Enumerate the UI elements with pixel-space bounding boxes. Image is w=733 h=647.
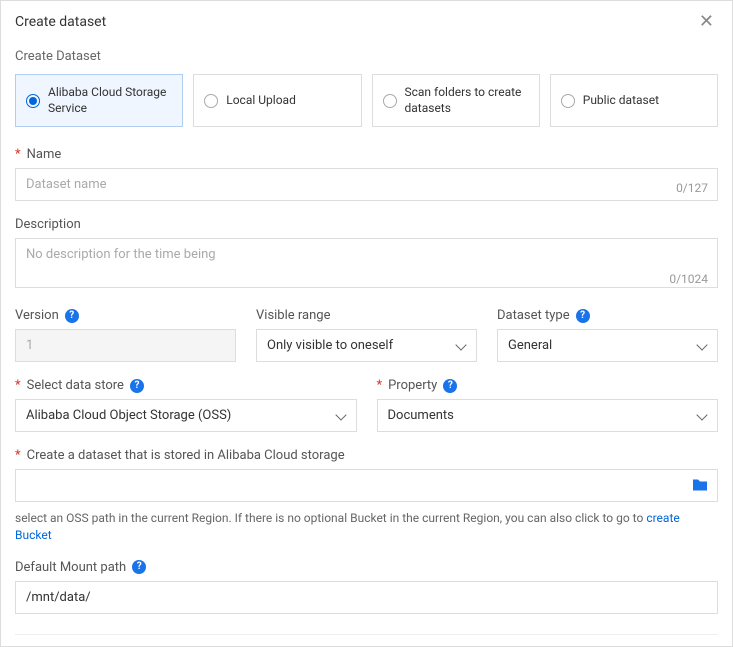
name-label: Name <box>15 147 718 162</box>
visible-range-label: Visible range <box>256 308 477 323</box>
storage-path-hint: select an OSS path in the current Region… <box>15 510 718 544</box>
property-select[interactable] <box>377 399 719 432</box>
source-label: Scan folders to create datasets <box>405 85 529 116</box>
source-scan-folders[interactable]: Scan folders to create datasets <box>372 74 540 127</box>
source-label: Local Upload <box>226 93 296 109</box>
name-input[interactable] <box>15 168 718 201</box>
help-icon[interactable]: ? <box>132 560 146 574</box>
mount-path-input[interactable] <box>15 581 718 614</box>
source-public-dataset[interactable]: Public dataset <box>550 74 718 127</box>
radio-icon <box>26 94 40 108</box>
datastore-label: Select data store ? <box>15 378 357 393</box>
radio-icon <box>204 94 218 108</box>
version-label: Version ? <box>15 308 236 323</box>
dataset-type-select[interactable] <box>497 329 718 362</box>
visible-range-select[interactable] <box>256 329 477 362</box>
source-label: Public dataset <box>583 93 659 109</box>
property-label: Property ? <box>377 378 719 393</box>
datastore-select[interactable] <box>15 399 357 432</box>
create-dataset-section-label: Create Dataset <box>15 49 718 64</box>
help-icon[interactable]: ? <box>65 309 79 323</box>
storage-path-input[interactable] <box>15 469 718 502</box>
name-counter: 0/127 <box>676 181 708 195</box>
source-local-upload[interactable]: Local Upload <box>193 74 361 127</box>
storage-path-label: Create a dataset that is stored in Aliba… <box>15 448 718 463</box>
close-icon[interactable]: ✕ <box>695 11 718 33</box>
help-icon[interactable]: ? <box>130 379 144 393</box>
dataset-type-label: Dataset type ? <box>497 308 718 323</box>
description-counter: 0/1024 <box>669 272 708 286</box>
create-dataset-dialog: Create dataset ✕ Create Dataset Alibaba … <box>0 0 733 647</box>
divider <box>15 634 718 635</box>
source-label: Alibaba Cloud Storage Service <box>48 85 172 116</box>
mount-path-label: Default Mount path ? <box>15 560 718 575</box>
folder-icon[interactable] <box>692 476 708 495</box>
version-input <box>15 329 236 362</box>
help-icon[interactable]: ? <box>443 379 457 393</box>
help-icon[interactable]: ? <box>576 309 590 323</box>
source-alibaba-storage[interactable]: Alibaba Cloud Storage Service <box>15 74 183 127</box>
description-input[interactable] <box>15 238 718 288</box>
description-label: Description <box>15 217 718 232</box>
data-source-options: Alibaba Cloud Storage Service Local Uplo… <box>15 74 718 127</box>
dialog-title: Create dataset <box>15 14 106 30</box>
radio-icon <box>383 94 397 108</box>
radio-icon <box>561 94 575 108</box>
